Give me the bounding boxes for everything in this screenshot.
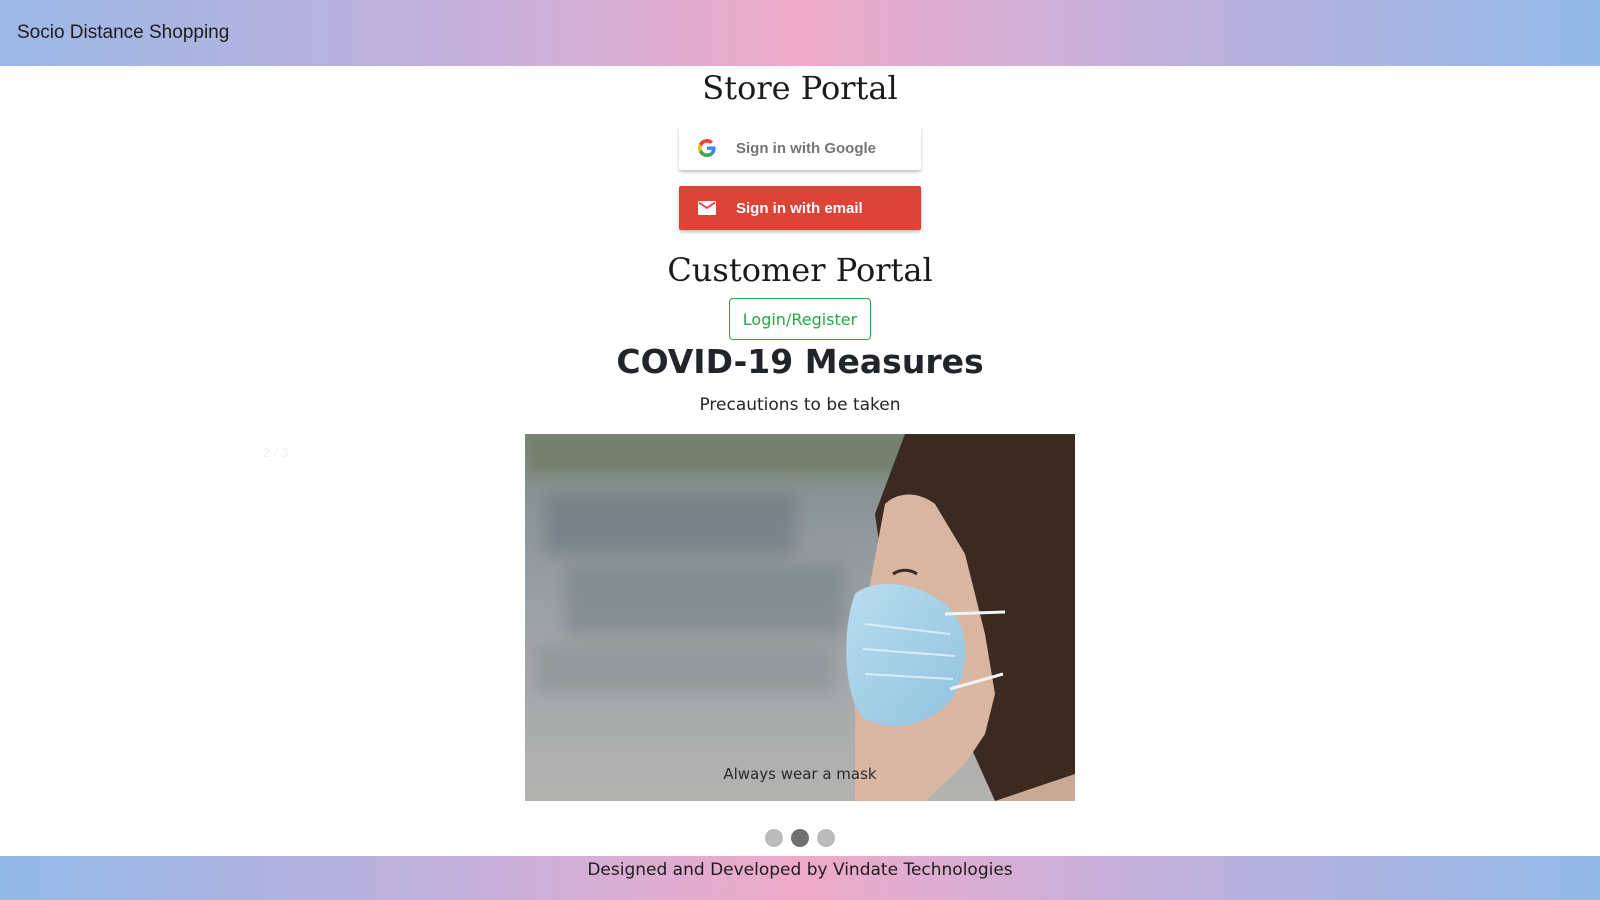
store-portal-title: Store Portal — [702, 69, 898, 107]
page-footer: Designed and Developed by Vindate Techno… — [0, 856, 1600, 900]
google-signin-label: Sign in with Google — [736, 139, 876, 157]
carousel-indicators — [765, 829, 835, 847]
precautions-carousel[interactable]: Always wear a mask — [525, 434, 1075, 801]
covid-measures-title: COVID-19 Measures — [616, 342, 984, 381]
top-navbar: Socio Distance Shopping — [0, 0, 1600, 66]
slide-caption: Always wear a mask — [723, 765, 877, 783]
email-signin-button[interactable]: Sign in with email — [679, 186, 921, 230]
covid-measures-subtitle: Precautions to be taken — [699, 395, 901, 415]
brand-title[interactable]: Socio Distance Shopping — [17, 22, 229, 44]
carousel-dot-1[interactable] — [765, 829, 783, 847]
customer-portal-title: Customer Portal — [667, 251, 933, 289]
email-signin-label: Sign in with email — [736, 199, 863, 217]
slide-counter: 2 / 3 — [263, 445, 289, 460]
google-icon — [697, 138, 717, 158]
carousel-dot-3[interactable] — [817, 829, 835, 847]
mask-photo — [525, 434, 1075, 801]
mail-icon — [697, 198, 717, 218]
login-register-button[interactable]: Login/Register — [729, 298, 871, 340]
google-signin-button[interactable]: Sign in with Google — [679, 126, 921, 170]
carousel-dot-2[interactable] — [791, 829, 809, 847]
